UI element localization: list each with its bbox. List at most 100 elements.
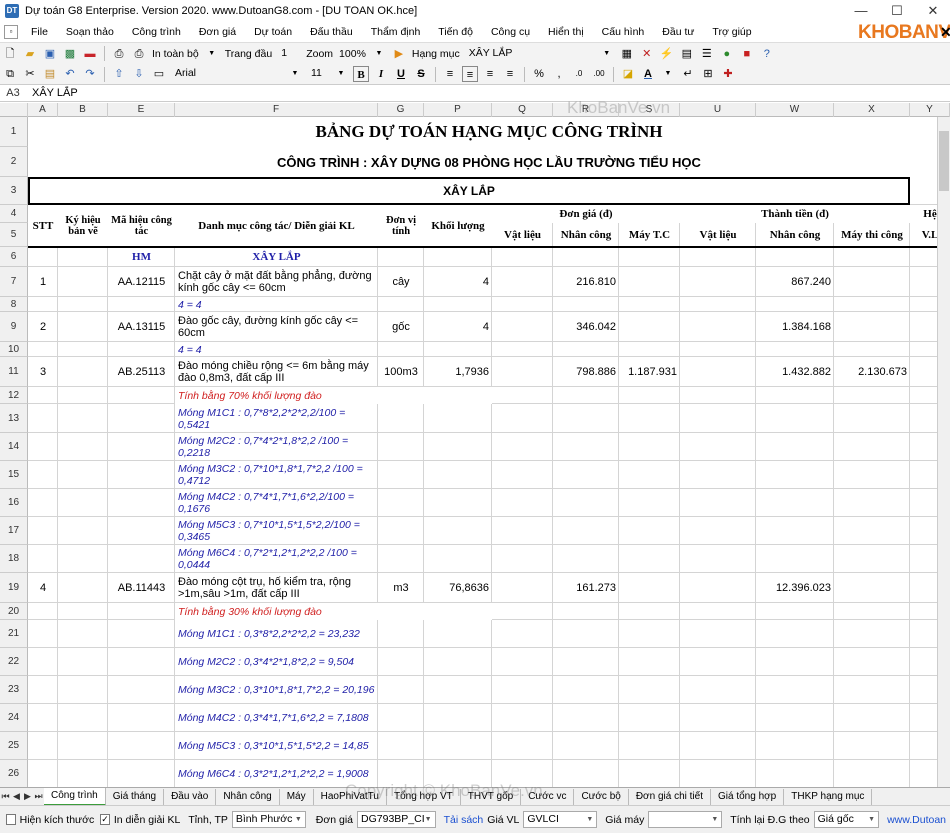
percent-button[interactable]: % <box>531 66 547 82</box>
excel-icon[interactable]: ▩ <box>62 46 78 62</box>
menu-du-toan[interactable]: Dự toán <box>245 22 301 42</box>
help-icon[interactable]: ? <box>759 46 775 62</box>
table-tool-icon[interactable]: ▦ <box>619 46 635 62</box>
print-desc-checkbox[interactable]: ✓ <box>100 814 110 825</box>
column-header-a[interactable]: A <box>28 103 58 117</box>
page-input[interactable]: 1 <box>278 46 300 62</box>
logo-close-icon[interactable]: ✕ <box>940 24 950 41</box>
column-header-e[interactable]: E <box>108 103 175 117</box>
row-header-1[interactable]: 1 <box>0 117 28 147</box>
cut-icon[interactable]: ✂ <box>22 66 38 82</box>
decrease-decimal-icon[interactable]: .00 <box>591 66 607 82</box>
row-header-11[interactable]: 11 <box>0 357 28 387</box>
menu-don-gia[interactable]: Đơn giá <box>190 22 245 42</box>
row-header-21[interactable]: 21 <box>0 620 28 648</box>
justify-icon[interactable]: ≡ <box>502 66 518 82</box>
maximize-button[interactable]: ☐ <box>882 0 912 22</box>
recalc-select[interactable]: Giá gốc ▼ <box>813 811 880 828</box>
province-select[interactable]: Bình Phước ▼ <box>231 811 306 828</box>
minimize-button[interactable]: — <box>846 0 876 22</box>
chevron-down-icon[interactable]: ▼ <box>333 66 349 82</box>
tab-thkp-hang-muc[interactable]: THKP hạng mục <box>784 788 873 805</box>
menu-tien-do[interactable]: Tiến độ <box>429 22 482 42</box>
tab-don-gia-chi-tiet[interactable]: Đơn giá chi tiết <box>629 788 711 805</box>
column-header-p[interactable]: P <box>424 103 492 117</box>
bold-button[interactable]: B <box>353 66 369 82</box>
menu-soan-thao[interactable]: Soạn thảo <box>57 22 123 42</box>
column-header-x[interactable]: X <box>834 103 910 117</box>
row-header-12[interactable]: 12 <box>0 387 28 404</box>
tab-thvt-gop[interactable]: THVT gốp <box>461 788 522 805</box>
row-header-6[interactable]: 6 <box>0 247 28 267</box>
price-book-select[interactable]: DG793BP_CI ▼ <box>357 811 436 828</box>
row-header-16[interactable]: 16 <box>0 489 28 517</box>
tab-cuoc-bo[interactable]: Cước bộ <box>574 788 629 805</box>
print-scope-select[interactable]: In toàn bộ <box>152 48 199 60</box>
italic-button[interactable]: I <box>373 66 389 82</box>
row-header-18[interactable]: 18 <box>0 545 28 573</box>
column-header-f[interactable]: F <box>175 103 378 117</box>
close-button[interactable]: ✕ <box>918 0 948 22</box>
play-icon[interactable]: ▶ <box>391 46 407 62</box>
comma-button[interactable]: , <box>551 66 567 82</box>
chevron-down-icon[interactable]: ▼ <box>204 46 220 62</box>
website-link[interactable]: www.Dutoan <box>887 814 946 826</box>
document-icon[interactable]: ▫ <box>4 25 18 39</box>
tab-dau-vao[interactable]: Đầu vào <box>164 788 217 805</box>
column-header-g[interactable]: G <box>378 103 424 117</box>
wrap-text-icon[interactable]: ↵ <box>680 66 696 82</box>
move-down-icon[interactable]: ⇩ <box>131 66 147 82</box>
load-book-link[interactable]: Tải sách <box>444 814 484 826</box>
column-header-y[interactable]: Y <box>910 103 950 117</box>
column-header-u[interactable]: U <box>680 103 756 117</box>
sheet-area[interactable]: BẢNG DỰ TOÁN HẠNG MỤC CÔNG TRÌNH CÔNG TRÌ… <box>28 117 950 787</box>
font-select[interactable]: Arial <box>172 66 282 82</box>
menu-tro-giup[interactable]: Trợ giúp <box>703 22 760 42</box>
paste-icon[interactable]: ▤ <box>42 66 58 82</box>
chevron-down-icon[interactable]: ▼ <box>371 46 387 62</box>
menu-cong-trinh[interactable]: Công trình <box>123 22 190 42</box>
row-header-19[interactable]: 19 <box>0 573 28 603</box>
row-header-23[interactable]: 23 <box>0 676 28 704</box>
tab-tong-hop-vt[interactable]: Tổng hợp VT <box>387 788 461 805</box>
tab-hao-phi-vat-tu[interactable]: HaoPhiVatTu <box>314 788 387 805</box>
font-color-icon[interactable]: A <box>640 66 656 82</box>
column-header-q[interactable]: Q <box>492 103 553 117</box>
row-header-20[interactable]: 20 <box>0 603 28 620</box>
underline-button[interactable]: U <box>393 66 409 82</box>
align-left-icon[interactable]: ≡ <box>442 66 458 82</box>
column-header-r[interactable]: R <box>553 103 619 117</box>
pdf-icon[interactable]: ▬ <box>82 46 98 62</box>
menu-hien-thi[interactable]: Hiển thị <box>539 22 593 42</box>
vertical-scrollbar[interactable] <box>937 117 950 787</box>
scroll-thumb[interactable] <box>939 131 949 191</box>
open-folder-icon[interactable]: ▰ <box>22 46 38 62</box>
row-header-24[interactable]: 24 <box>0 704 28 732</box>
menu-tham-dinh[interactable]: Thẩm định <box>362 22 430 42</box>
tab-cuoc-vc[interactable]: Cước vc <box>521 788 575 805</box>
list-icon[interactable]: ☰ <box>699 46 715 62</box>
menu-dau-thau[interactable]: Đấu thầu <box>301 22 362 42</box>
magic-wand-icon[interactable]: ⚡ <box>659 46 675 62</box>
menu-cong-cu[interactable]: Công cụ <box>482 22 539 42</box>
align-right-icon[interactable]: ≡ <box>482 66 498 82</box>
column-header-w[interactable]: W <box>756 103 834 117</box>
row-header-5[interactable]: 5 <box>0 223 28 247</box>
tab-nhan-cong[interactable]: Nhân công <box>216 788 280 805</box>
delete-icon[interactable]: ✕ <box>639 46 655 62</box>
new-file-icon[interactable]: 🗋 <box>2 46 18 62</box>
show-size-checkbox[interactable] <box>6 814 16 825</box>
chevron-down-icon[interactable]: ▼ <box>287 66 303 82</box>
column-header-b[interactable]: B <box>58 103 108 117</box>
row-header-8[interactable]: 8 <box>0 297 28 312</box>
save-icon[interactable]: ▣ <box>42 46 58 62</box>
category-select[interactable]: XÂY LẮP <box>466 46 594 62</box>
move-up-icon[interactable]: ⇧ <box>111 66 127 82</box>
row-header-10[interactable]: 10 <box>0 342 28 357</box>
font-size-select[interactable]: 11 <box>308 66 328 82</box>
zoom-select[interactable]: 100% <box>339 48 366 60</box>
video-icon[interactable]: ■ <box>739 46 755 62</box>
next-sheet-icon[interactable]: ▶ <box>22 791 33 802</box>
insert-row-icon[interactable]: ▭ <box>151 66 167 82</box>
fill-color-icon[interactable]: ◪ <box>620 66 636 82</box>
